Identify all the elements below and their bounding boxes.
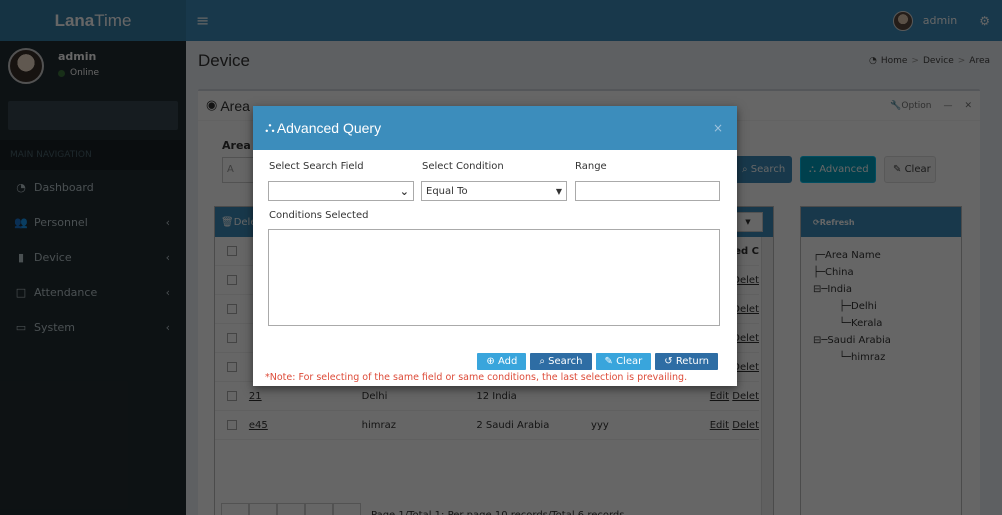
close-icon[interactable]: ×	[713, 121, 723, 135]
add-button[interactable]: ⊕ Add	[477, 353, 527, 370]
return-button[interactable]: ↺ Return	[655, 353, 718, 370]
eraser-icon: ✎	[604, 356, 613, 367]
condition-select[interactable]: Equal To ▼	[421, 181, 567, 201]
search-icon: ⌕	[539, 356, 545, 367]
conditions-selected-label: Conditions Selected	[269, 210, 369, 221]
modal-search-button[interactable]: ⌕ Search	[530, 353, 592, 370]
search-field-label: Select Search Field	[269, 161, 364, 172]
plus-circle-icon: ⊕	[486, 356, 495, 367]
undo-icon: ↺	[664, 356, 673, 367]
modal-clear-button[interactable]: ✎ Clear	[595, 353, 652, 370]
caret-down-icon: ▼	[555, 186, 562, 196]
range-input[interactable]	[575, 181, 720, 201]
range-label: Range	[575, 161, 607, 172]
search-field-select[interactable]: ⌄	[268, 181, 414, 201]
chevron-down-icon: ⌄	[399, 184, 409, 198]
conditions-selected-textarea[interactable]	[268, 229, 720, 326]
advanced-query-modal: ⛬ Advanced Query × Select Search Field S…	[253, 106, 737, 386]
modal-title: Advanced Query	[276, 120, 382, 136]
binoculars-icon: ⛬	[265, 120, 275, 136]
condition-label: Select Condition	[422, 161, 504, 172]
selection-note: *Note: For selecting of the same field o…	[265, 372, 688, 383]
